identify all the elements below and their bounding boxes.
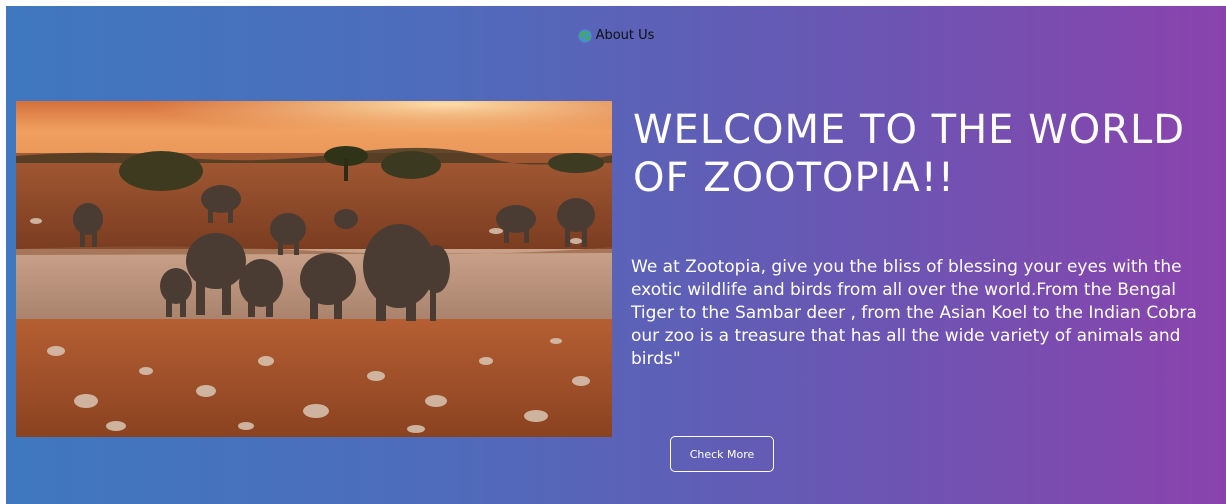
about-us-link[interactable]: About Us <box>578 28 655 43</box>
check-more-button[interactable]: Check More <box>670 436 774 472</box>
about-us-label: About Us <box>595 28 655 43</box>
globe-icon <box>578 29 592 43</box>
top-nav: About Us <box>6 28 1226 43</box>
elephants-at-waterhole-image <box>16 101 612 437</box>
hero-headline: WELCOME TO THE WORLD OF ZOOTOPIA!! <box>633 107 1186 201</box>
hero-description: We at Zootopia, give you the bliss of bl… <box>631 257 1197 369</box>
page: About Us WELCOME TO THE WORLD OF ZOOTOPI… <box>6 6 1226 504</box>
